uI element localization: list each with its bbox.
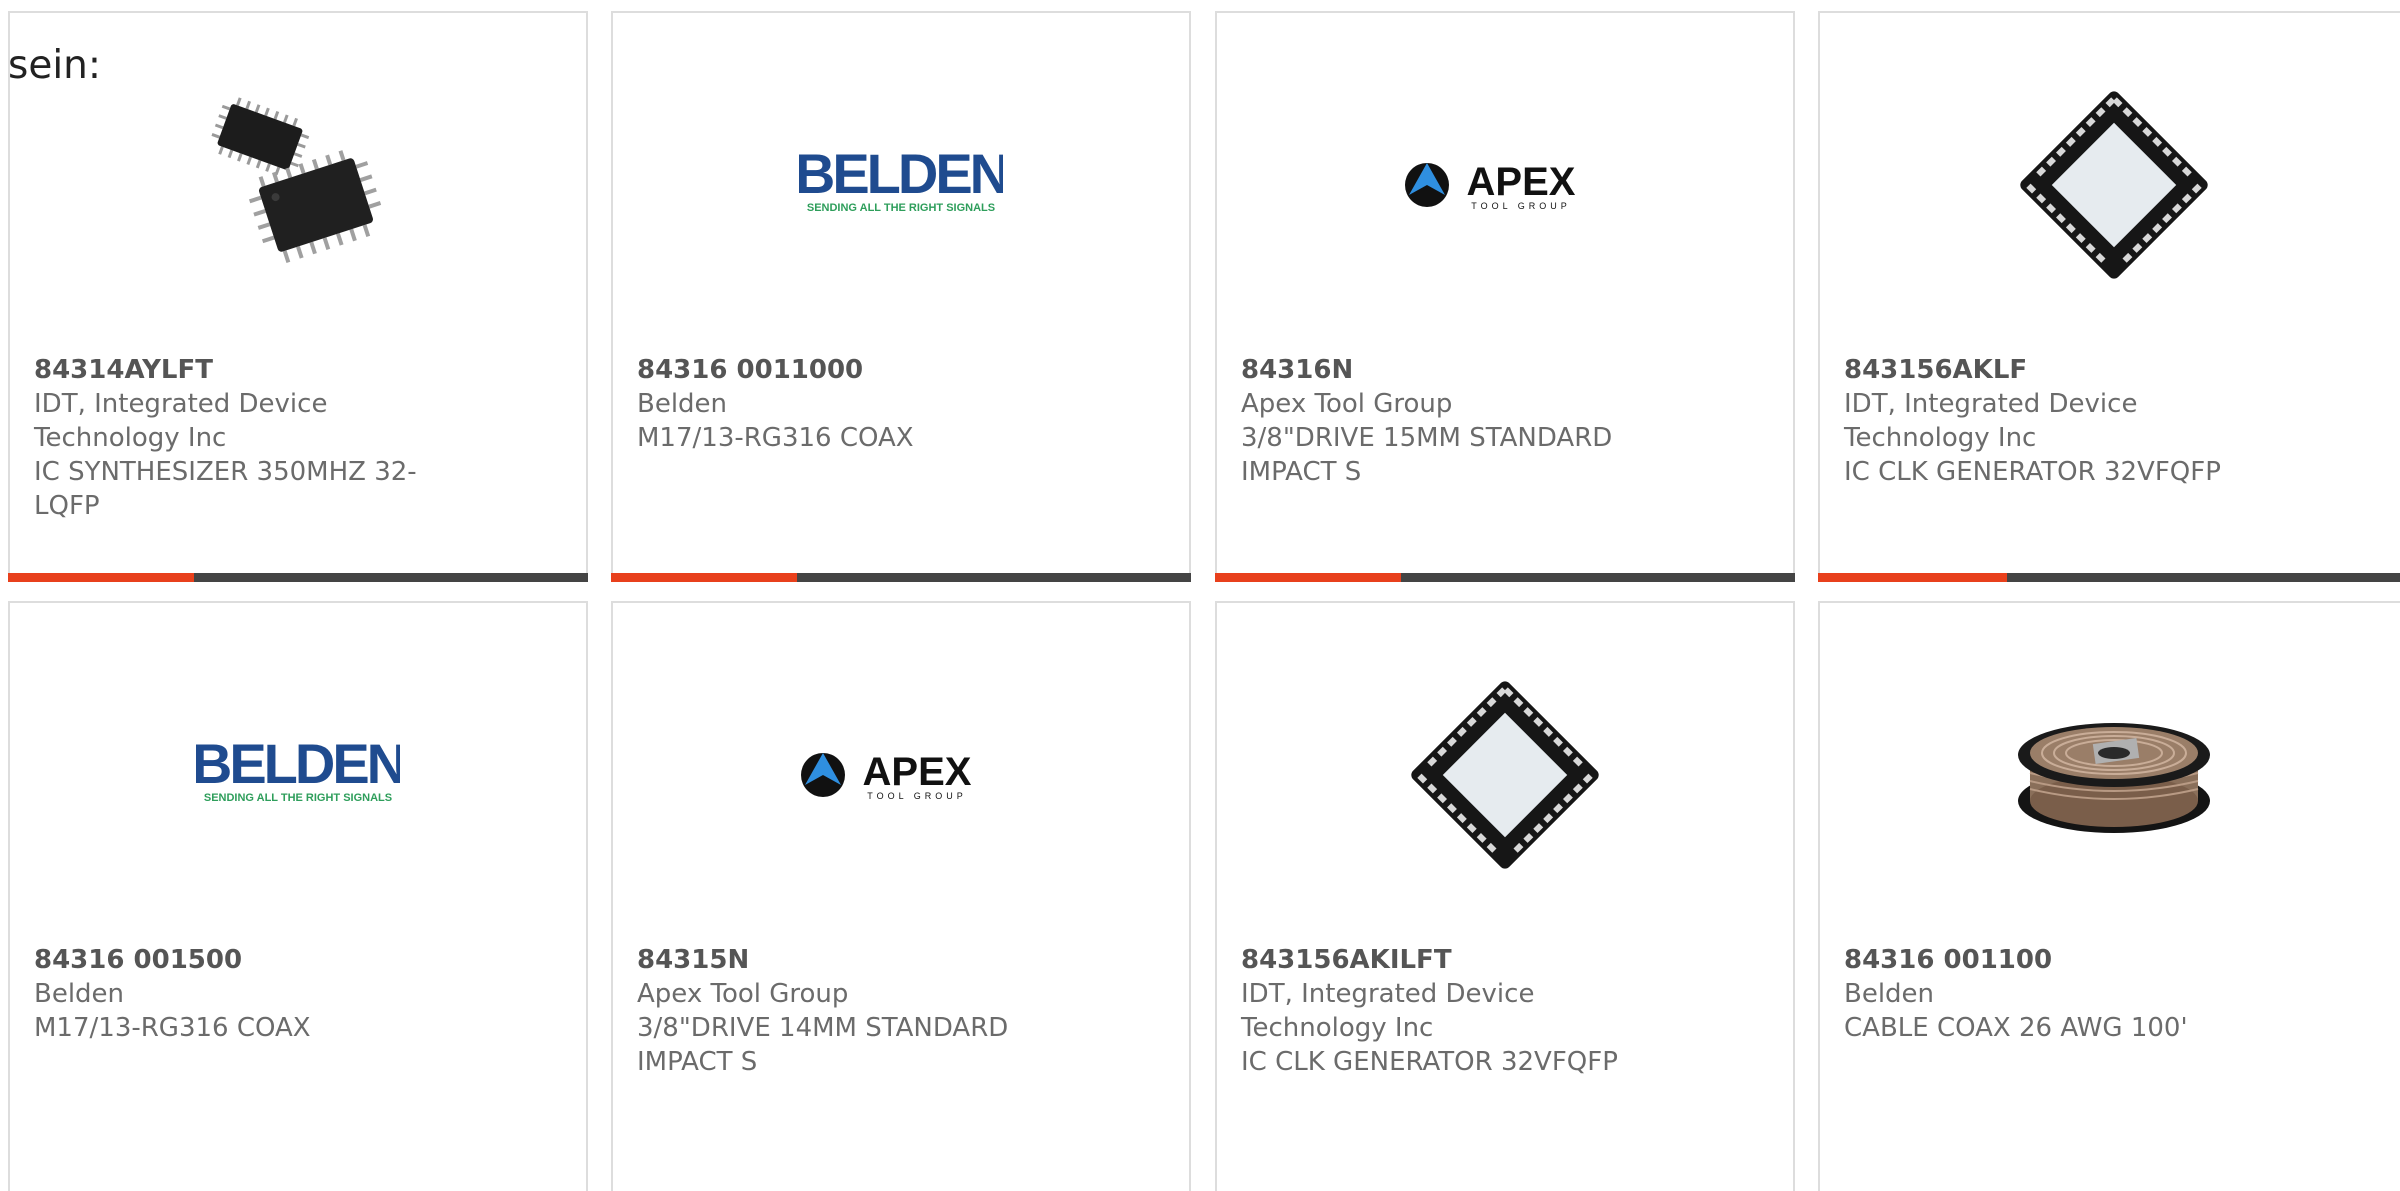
qfn-chip-image	[2012, 83, 2216, 287]
description: IMPACT S	[1241, 457, 1362, 487]
lqfp-chip-image	[196, 83, 400, 287]
accent-bar	[611, 573, 1191, 582]
product-info: 84316 001100 Belden CABLE COAX 26 AWG 10…	[1844, 943, 2244, 1045]
belden-logo: BELDEN SENDING ALL THE RIGHT SIGNALS	[799, 83, 1003, 287]
description: IMPACT S	[637, 1047, 758, 1077]
apex-logo-text: APEX	[1467, 160, 1576, 204]
cable-spool-image	[2012, 673, 2216, 877]
product-info: 843156AKILFT IDT, Integrated Device Tech…	[1241, 943, 1641, 1079]
accent-bar	[8, 573, 588, 582]
description: IC CLK GENERATOR 32VFQFP	[1241, 1047, 1618, 1077]
product-info: 84316N Apex Tool Group 3/8"DRIVE 15MM ST…	[1241, 353, 1641, 489]
belden-logo-tagline: SENDING ALL THE RIGHT SIGNALS	[807, 202, 995, 214]
part-number: 84316 001100	[1844, 945, 2053, 975]
description: M17/13-RG316 COAX	[637, 423, 914, 453]
manufacturer: Belden	[34, 979, 125, 1009]
manufacturer: Belden	[1844, 979, 1935, 1009]
product-card[interactable]: 84316 001100 Belden CABLE COAX 26 AWG 10…	[1818, 601, 2400, 1191]
description: LQFP	[34, 491, 100, 521]
part-number: 843156AKLF	[1844, 355, 2028, 385]
product-card[interactable]: 84314AYLFT IDT, Integrated Device Techno…	[8, 11, 588, 582]
manufacturer: IDT, Integrated Device	[1844, 389, 2138, 419]
product-info: 84314AYLFT IDT, Integrated Device Techno…	[34, 353, 434, 523]
description: 3/8"DRIVE 14MM STANDARD	[637, 1013, 1009, 1043]
apex-logo-text: APEX	[863, 750, 972, 794]
manufacturer: Technology Inc	[1241, 1013, 1434, 1043]
part-number: 843156AKILFT	[1241, 945, 1452, 975]
product-grid: 84314AYLFT IDT, Integrated Device Techno…	[8, 11, 2400, 1191]
description: IC CLK GENERATOR 32VFQFP	[1844, 457, 2221, 487]
product-info: 84316 001500 Belden M17/13-RG316 COAX	[34, 943, 434, 1045]
product-card[interactable]: BELDEN SENDING ALL THE RIGHT SIGNALS 843…	[8, 601, 588, 1191]
description: M17/13-RG316 COAX	[34, 1013, 311, 1043]
description: CABLE COAX 26 AWG 100'	[1844, 1013, 2188, 1043]
belden-logo: BELDEN SENDING ALL THE RIGHT SIGNALS	[196, 673, 400, 877]
part-number: 84316 001500	[34, 945, 243, 975]
accent-bar	[1215, 573, 1795, 582]
apex-logo-tagline: TOOL GROUP	[1471, 201, 1571, 211]
belden-logo-text: BELDEN	[799, 145, 1003, 205]
qfn-chip-image	[1403, 673, 1607, 877]
product-card[interactable]: APEX TOOL GROUP 84315N Apex Tool Group 3…	[611, 601, 1191, 1191]
part-number: 84316 0011000	[637, 355, 864, 385]
apex-logo: APEX TOOL GROUP	[1403, 83, 1607, 287]
manufacturer: Technology Inc	[34, 423, 227, 453]
product-card[interactable]: 843156AKLF IDT, Integrated Device Techno…	[1818, 11, 2400, 582]
part-number: 84315N	[637, 945, 750, 975]
manufacturer: IDT, Integrated Device	[34, 389, 328, 419]
product-card[interactable]: 843156AKILFT IDT, Integrated Device Tech…	[1215, 601, 1795, 1191]
apex-logo-tagline: TOOL GROUP	[867, 791, 967, 801]
page-heading: sein:	[8, 43, 102, 88]
product-card[interactable]: APEX TOOL GROUP 84316N Apex Tool Group 3…	[1215, 11, 1795, 582]
description: IC SYNTHESIZER 350MHZ 32-	[34, 457, 417, 487]
part-number: 84314AYLFT	[34, 355, 213, 385]
accent-bar	[1818, 573, 2400, 582]
product-info: 84316 0011000 Belden M17/13-RG316 COAX	[637, 353, 1037, 455]
part-number: 84316N	[1241, 355, 1354, 385]
manufacturer: IDT, Integrated Device	[1241, 979, 1535, 1009]
manufacturer: Technology Inc	[1844, 423, 2037, 453]
product-info: 843156AKLF IDT, Integrated Device Techno…	[1844, 353, 2244, 489]
apex-logo: APEX TOOL GROUP	[799, 673, 1003, 877]
product-card[interactable]: BELDEN SENDING ALL THE RIGHT SIGNALS 843…	[611, 11, 1191, 582]
belden-logo-text: BELDEN	[196, 735, 400, 795]
manufacturer: Apex Tool Group	[1241, 389, 1453, 419]
manufacturer: Apex Tool Group	[637, 979, 849, 1009]
description: 3/8"DRIVE 15MM STANDARD	[1241, 423, 1613, 453]
manufacturer: Belden	[637, 389, 728, 419]
belden-logo-tagline: SENDING ALL THE RIGHT SIGNALS	[204, 792, 392, 804]
product-info: 84315N Apex Tool Group 3/8"DRIVE 14MM ST…	[637, 943, 1037, 1079]
